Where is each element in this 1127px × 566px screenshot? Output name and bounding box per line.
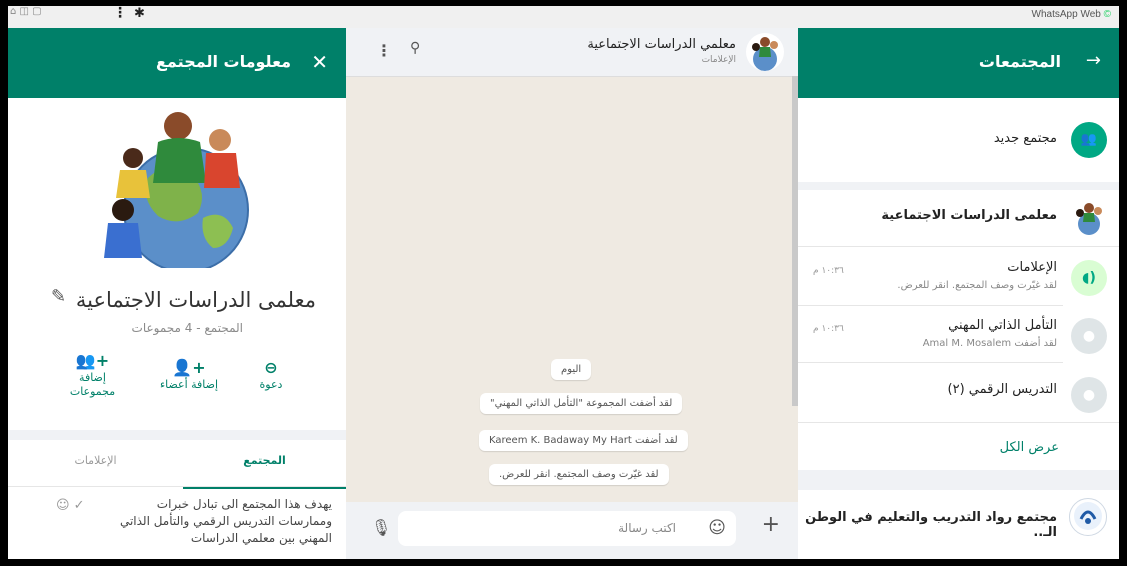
community-info-title: معلومات المجتمع [156, 52, 291, 71]
communities-header: → المجتمعات [798, 28, 1119, 98]
community-card: معلمى الدراسات الاجتماعية ◖) الإعلامات ل… [798, 190, 1119, 470]
browser-strip: ⌂ ◫ ▢ ⋮ ✱ WhatsApp Web © [8, 6, 1119, 29]
megaphone-icon: ◖) [1071, 260, 1107, 296]
row-divider [798, 422, 1119, 423]
system-message: لقد أضفت المجموعة "التأمل الذاتي المهني" [480, 393, 683, 414]
community-description: يهدف هذا المجتمع الى تبادل خبرات وممارسا… [119, 497, 332, 545]
attach-plus-icon[interactable]: + [762, 512, 780, 537]
search-icon[interactable]: ⚲ [410, 40, 420, 56]
tab-community[interactable]: المجتمع [183, 446, 346, 489]
chat-title: معلمي الدراسات الاجتماعية [587, 37, 736, 52]
community-avatar-illustration [1076, 203, 1102, 235]
new-community-label: مجتمع جديد [993, 131, 1057, 146]
community-info-header: ✕ معلومات المجتمع [8, 28, 346, 98]
communities-title: المجتمعات [978, 52, 1061, 71]
chat-header[interactable]: ⋮ ⚲ معلمي الدراسات الاجتماعية الإعلامات [346, 28, 798, 77]
group-time: ١٠:٣٦ م [813, 324, 844, 334]
see-all-link[interactable]: عرض الكل [1000, 440, 1059, 455]
group-time: ١٠:٣٦ م [813, 266, 844, 276]
add-groups-button[interactable]: +👥 إضافة مجموعات [65, 351, 120, 399]
new-community-icon: 👥 [1071, 122, 1107, 158]
app-frame: ⌂ ◫ ▢ ⋮ ✱ WhatsApp Web © ✕ معلومات المجت… [8, 6, 1119, 559]
add-groups-label: إضافة مجموعات [69, 371, 116, 398]
back-arrow-icon[interactable]: → [1086, 50, 1101, 71]
row-divider [798, 362, 1063, 363]
chat-panel: ⋮ ⚲ معلمي الدراسات الاجتماعية الإعلامات … [346, 28, 798, 559]
invite-button[interactable]: ⊖ دعوة [246, 358, 296, 392]
community-info-panel: ✕ معلومات المجتمع ✎ معلمى الدراسات الاجت… [8, 28, 347, 559]
invite-link-icon: ⊖ [264, 358, 278, 377]
group-default-icon: ● [1071, 377, 1107, 413]
community-title[interactable]: معلمى الدراسات الاجتماعية [881, 208, 1057, 223]
community-subtitle: المجتمع - 4 مجموعات [131, 321, 243, 335]
group-name: الإعلامات [1007, 260, 1057, 275]
chat-avatar-illustration [746, 33, 784, 71]
microphone-icon[interactable]: 🎙 [371, 518, 391, 537]
date-chip: اليوم [551, 359, 592, 380]
add-members-button[interactable]: +👤 إضافة أعضاء [153, 358, 225, 392]
section-divider [8, 430, 346, 440]
invite-label: دعوة [259, 378, 283, 391]
other-community-logo [1069, 498, 1107, 536]
message-input[interactable]: اكتب رسالة ☺ [398, 511, 736, 546]
extensions-icon[interactable]: ✱ [134, 6, 145, 21]
tab-announcements[interactable]: الإعلامات [8, 446, 183, 486]
message-composer: 🎙 اكتب رسالة ☺ + [346, 502, 798, 559]
edit-name-icon[interactable]: ✎ [51, 286, 66, 307]
group-name: التدريس الرقمي (٢) [947, 382, 1058, 397]
add-member-icon: +👤 [172, 358, 206, 377]
community-name: معلمى الدراسات الاجتماعية [75, 288, 316, 312]
system-message[interactable]: لقد غيّرت وصف المجتمع. انقر للعرض. [489, 464, 669, 485]
system-message: لقد أضفت Kareem K. Badaway My Hart [479, 430, 688, 451]
other-community-row[interactable]: مجتمع رواد التدريب والتعليم في الوطن الـ… [798, 490, 1119, 559]
community-avatar[interactable] [1071, 200, 1107, 236]
add-members-label: إضافة أعضاء [159, 378, 219, 391]
browser-menu-icon[interactable]: ⋮ [113, 6, 127, 21]
description-icons[interactable]: ☺ ✓ [56, 498, 85, 513]
group-default-icon: ● [1071, 318, 1107, 354]
browser-tab-icons[interactable]: ⌂ ◫ ▢ [10, 6, 42, 17]
close-icon[interactable]: ✕ [311, 50, 328, 74]
community-picture-illustration [104, 112, 249, 273]
chat-subtitle: الإعلامات [701, 55, 736, 65]
whatsapp-logo-icon: © [1103, 9, 1111, 20]
communities-panel: → المجتمعات 👥 مجتمع جديد معلمى الدراسات … [798, 28, 1119, 559]
community-picture[interactable] [8, 98, 346, 273]
other-community-name: مجتمع رواد التدريب والتعليم في الوطن الـ… [805, 510, 1057, 540]
window-title: WhatsApp Web © [1031, 9, 1111, 20]
group-name: التأمل الذاتي المهني [948, 318, 1057, 333]
row-divider [798, 305, 1063, 306]
other-community-logo-graphic [1074, 502, 1102, 530]
add-groups-icon: +👥 [75, 351, 110, 370]
group-last-message: لقد أضفت Amal M. Mosalem [922, 338, 1057, 349]
new-community-row[interactable]: 👥 مجتمع جديد [798, 98, 1119, 182]
group-last-message: لقد غيّرت وصف المجتمع. انقر للعرض. [897, 280, 1057, 291]
menu-icon[interactable]: ⋮ [376, 41, 392, 60]
chat-avatar[interactable] [746, 33, 784, 71]
message-placeholder: اكتب رسالة [618, 521, 676, 535]
row-divider [798, 246, 1119, 247]
emoji-icon[interactable]: ☺ [708, 518, 726, 538]
tab-divider [8, 486, 346, 487]
